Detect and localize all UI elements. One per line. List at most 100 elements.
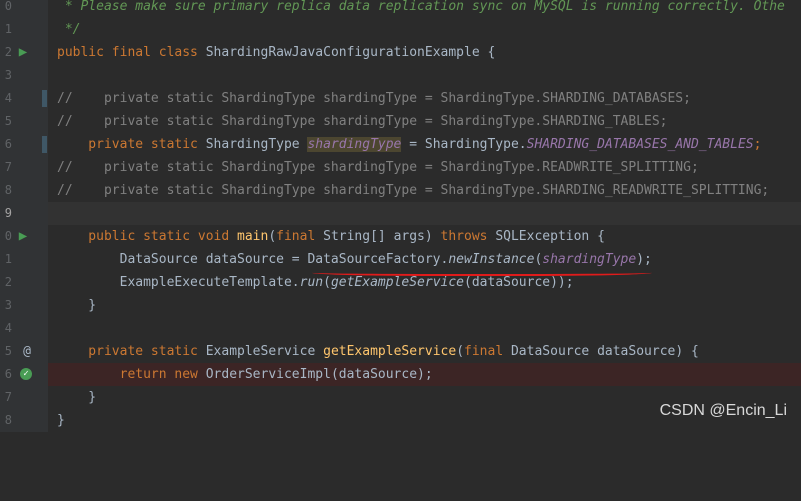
gutter[interactable]: 1 bbox=[0, 248, 48, 271]
gutter[interactable]: 2 ▶ bbox=[0, 41, 48, 64]
code-line[interactable]: 0 * Please make sure primary replica dat… bbox=[0, 0, 801, 18]
paren: ( bbox=[323, 275, 331, 290]
keyword: private static bbox=[57, 344, 206, 359]
watermark: CSDN @Encin_Li bbox=[659, 402, 787, 419]
gutter[interactable]: 4 bbox=[0, 317, 48, 340]
keyword: private static bbox=[57, 137, 206, 152]
gutter[interactable]: 7 bbox=[0, 386, 48, 409]
method-name: getExampleService bbox=[323, 344, 457, 359]
gutter[interactable]: 8 bbox=[0, 409, 48, 432]
keyword: public static void bbox=[57, 229, 238, 244]
code-text: public static void main(final String[] a… bbox=[57, 225, 605, 248]
line-number: 0 bbox=[4, 0, 12, 13]
paren-close: (dataSource)); bbox=[464, 275, 574, 290]
code-text: } bbox=[57, 390, 97, 405]
code-line[interactable]: 2 ▶ public final class ShardingRawJavaCo… bbox=[0, 41, 801, 64]
keyword: public final class bbox=[57, 45, 206, 60]
static-method: newInstance bbox=[448, 252, 535, 267]
highlighted-field: shardingType bbox=[307, 137, 402, 152]
code-line[interactable]: 7 // private static ShardingType shardin… bbox=[0, 156, 801, 179]
code-line[interactable]: 6 private static ShardingType shardingTy… bbox=[0, 133, 801, 156]
enum-constant: SHARDING_DATABASES_AND_TABLES bbox=[526, 137, 754, 152]
code-line[interactable]: 5 @ private static ExampleService getExa… bbox=[0, 340, 801, 363]
gutter[interactable]: 2 bbox=[0, 271, 48, 294]
code-text: private static ExampleService getExample… bbox=[57, 340, 699, 363]
code-line[interactable]: 6 ✓ return new OrderServiceImpl(dataSour… bbox=[0, 363, 801, 386]
exception: SQLException { bbox=[495, 229, 605, 244]
assignment: = ShardingType. bbox=[401, 137, 527, 152]
code-text: // private static ShardingType shardingT… bbox=[57, 114, 668, 129]
gutter[interactable]: 0 bbox=[0, 0, 48, 18]
code-line[interactable]: 3 } bbox=[0, 294, 801, 317]
code-line[interactable]: 0 ▶ public static void main(final String… bbox=[0, 225, 801, 248]
gutter[interactable]: 8 bbox=[0, 179, 48, 202]
code-line[interactable]: 1 */ bbox=[0, 18, 801, 41]
method-name: main bbox=[237, 229, 269, 244]
run-icon[interactable]: ▶ bbox=[15, 41, 31, 64]
code-line[interactable]: 5 // private static ShardingType shardin… bbox=[0, 110, 801, 133]
statement: ExampleExecuteTemplate. bbox=[57, 275, 300, 290]
line-number: 7 bbox=[4, 390, 12, 404]
code-text: * Please make sure primary replica data … bbox=[57, 0, 785, 14]
statement: OrderServiceImpl(dataSource); bbox=[205, 367, 433, 382]
paren: ( bbox=[456, 344, 465, 359]
code-text: private static ShardingType shardingType… bbox=[57, 133, 761, 156]
code-line[interactable]: 2 ExampleExecuteTemplate.run(getExampleS… bbox=[0, 271, 801, 294]
code-line[interactable]: 9 bbox=[0, 202, 801, 225]
gutter[interactable]: 1 bbox=[0, 18, 48, 41]
code-line[interactable]: 4 bbox=[0, 317, 801, 340]
gutter[interactable]: 0 ▶ bbox=[0, 225, 48, 248]
keyword: final bbox=[464, 344, 511, 359]
code-text: return new OrderServiceImpl(dataSource); bbox=[57, 363, 433, 386]
gutter[interactable]: 5 bbox=[0, 110, 48, 133]
line-number: 1 bbox=[4, 22, 12, 36]
code-text: // private static ShardingType shardingT… bbox=[57, 91, 691, 106]
keyword: return new bbox=[57, 367, 206, 382]
line-number: 5 bbox=[4, 114, 12, 128]
code-editor[interactable]: 0 * Please make sure primary replica dat… bbox=[0, 0, 801, 432]
line-number: 8 bbox=[4, 413, 12, 427]
change-marker[interactable] bbox=[42, 90, 47, 107]
line-number: 5 bbox=[4, 344, 12, 358]
keyword: throws bbox=[440, 229, 496, 244]
paren: ( bbox=[268, 229, 277, 244]
line-number: 3 bbox=[4, 68, 12, 82]
line-number: 9 bbox=[4, 206, 12, 220]
gutter[interactable]: 9 bbox=[0, 202, 48, 225]
static-field-ref: shardingType bbox=[542, 252, 637, 267]
line-number: 4 bbox=[4, 91, 12, 105]
line-number: 2 bbox=[4, 275, 12, 289]
line-number: 3 bbox=[4, 298, 12, 312]
code-text: } bbox=[57, 298, 97, 313]
run-icon[interactable]: ▶ bbox=[15, 225, 31, 248]
code-text: public final class ShardingRawJavaConfig… bbox=[57, 41, 495, 64]
line-number: 6 bbox=[4, 367, 12, 381]
gutter[interactable]: 3 bbox=[0, 64, 48, 87]
line-number: 6 bbox=[4, 137, 12, 151]
line-number: 0 bbox=[4, 229, 12, 243]
gutter[interactable]: 6 bbox=[0, 133, 48, 156]
gutter[interactable]: 5 @ bbox=[0, 340, 48, 363]
paren-close: ); bbox=[636, 252, 652, 267]
breakpoint-check-icon[interactable]: ✓ bbox=[20, 368, 32, 380]
code-text: ExampleExecuteTemplate.run(getExampleSer… bbox=[57, 271, 574, 294]
gutter[interactable]: 7 bbox=[0, 156, 48, 179]
line-number: 8 bbox=[4, 183, 12, 197]
gutter[interactable]: 6 ✓ bbox=[0, 363, 48, 386]
parameters: String[] args) bbox=[323, 229, 441, 244]
change-marker[interactable] bbox=[42, 136, 47, 153]
code-line[interactable]: 1 DataSource dataSource = DataSourceFact… bbox=[0, 248, 801, 276]
gutter[interactable]: 4 bbox=[0, 87, 48, 110]
gutter[interactable]: 3 bbox=[0, 294, 48, 317]
code-line[interactable]: 8 // private static ShardingType shardin… bbox=[0, 179, 801, 202]
code-text: */ bbox=[57, 22, 81, 37]
static-method: run bbox=[299, 275, 324, 290]
override-icon[interactable]: @ bbox=[19, 340, 35, 363]
line-number: 2 bbox=[4, 45, 12, 59]
keyword: final bbox=[276, 229, 324, 244]
code-line[interactable]: 4 // private static ShardingType shardin… bbox=[0, 87, 801, 110]
type-name: ShardingType bbox=[205, 137, 308, 152]
static-method: getExampleService bbox=[330, 275, 465, 290]
line-number: 7 bbox=[4, 160, 12, 174]
code-line[interactable]: 3 bbox=[0, 64, 801, 87]
